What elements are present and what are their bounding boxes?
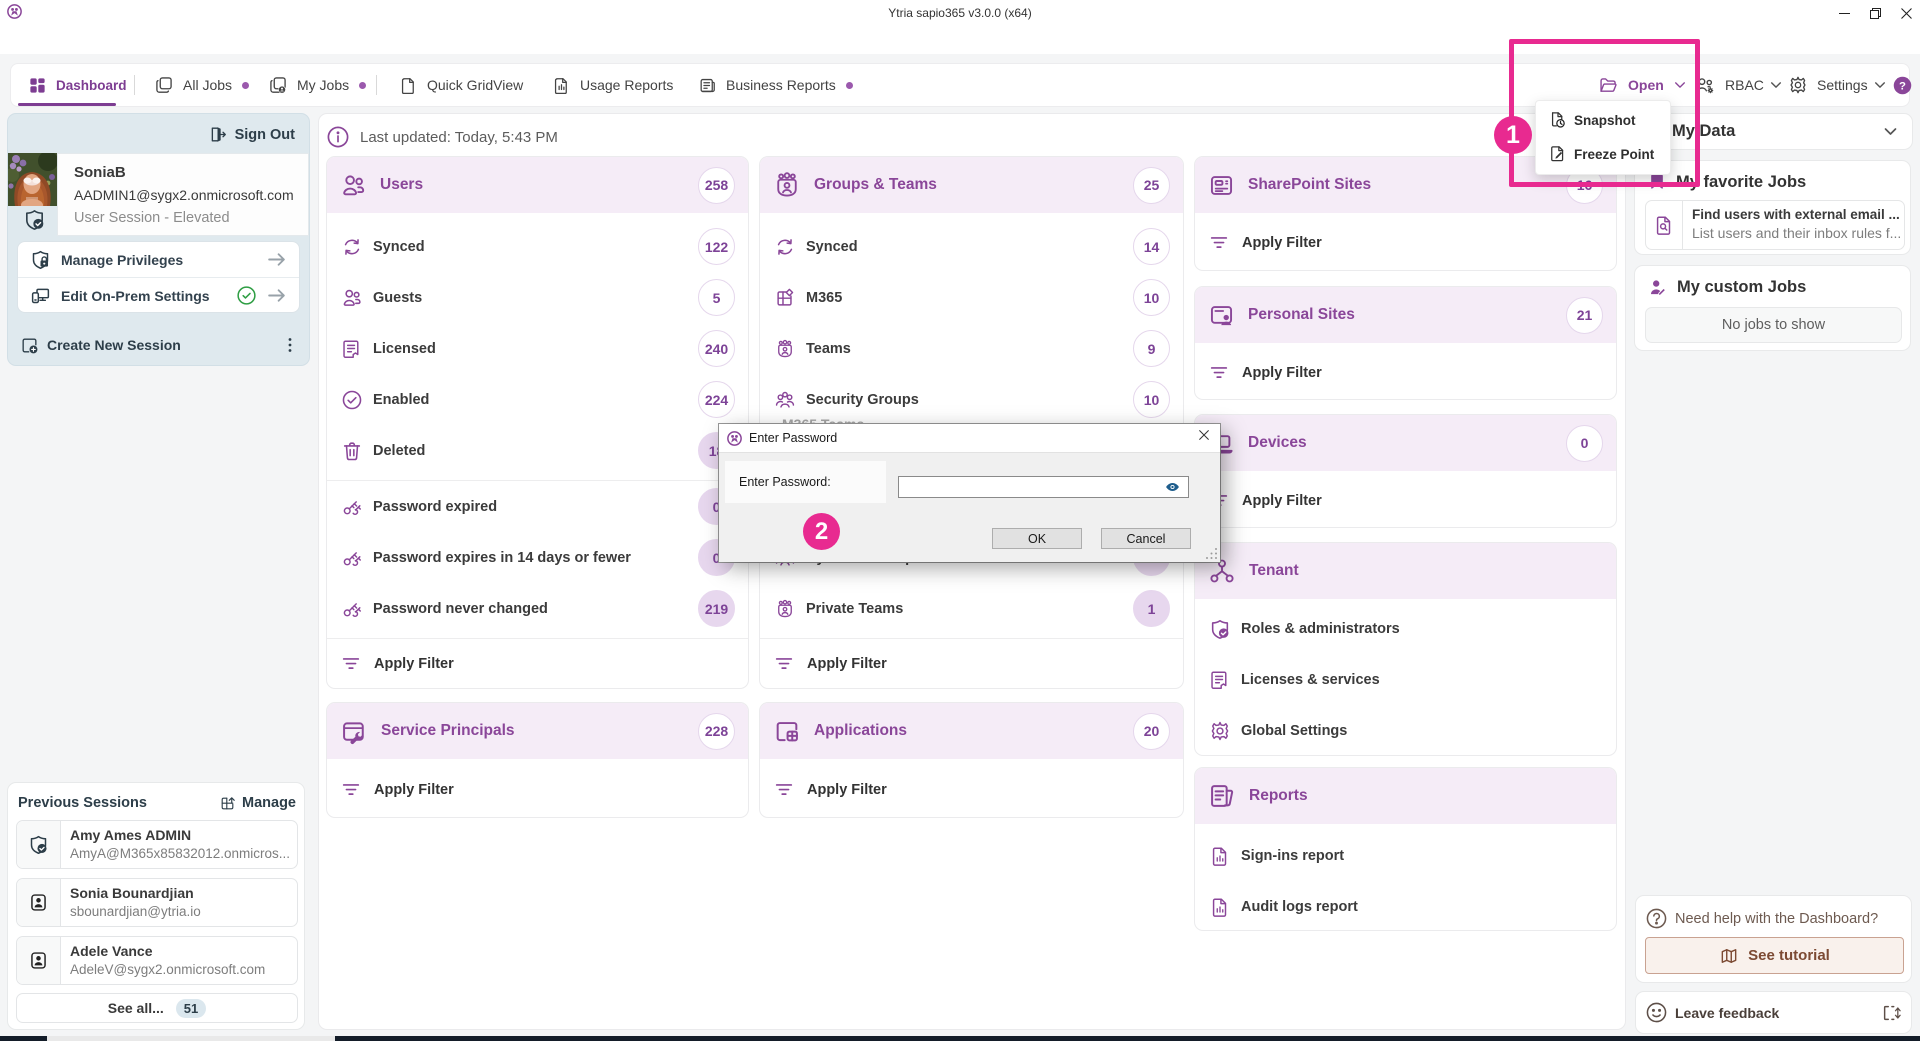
svg-text:?: ? [1899, 80, 1906, 92]
